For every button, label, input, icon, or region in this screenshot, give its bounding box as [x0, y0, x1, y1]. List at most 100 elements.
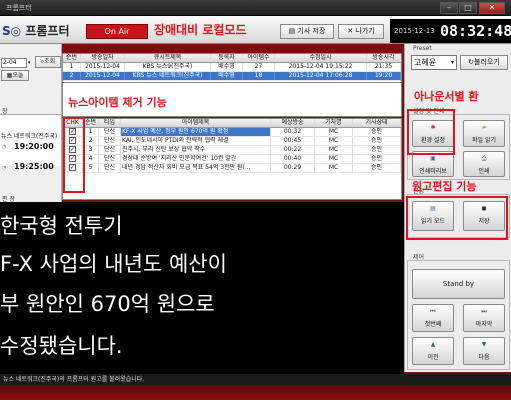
on-air-button[interactable]: On Air [86, 24, 148, 39]
table-cell: KBS 뉴스 네트워크(진주국) [125, 72, 211, 80]
table-cell: KF-X 사업 예산, 정부 원안 670억 원 확정 [121, 128, 271, 136]
query-label: 조회 [44, 58, 56, 65]
table-cell: 진주시, 부리 신탄 보상 협약 착수 [121, 146, 271, 154]
col-header[interactable]: 순번 [83, 119, 99, 127]
table-cell: MC [315, 155, 353, 163]
col-header[interactable]: 기사상태 [353, 119, 401, 127]
table-cell: 1 [63, 63, 81, 71]
last-page-icon: ⏭ [481, 308, 487, 315]
table-cell: 배수영 [211, 63, 243, 71]
maximize-button[interactable]: □ [459, 2, 477, 14]
close-button[interactable]: ✕ [479, 2, 505, 14]
table-row[interactable]: 2 2015-12-04 KBS 뉴스 네트워크(진주국) 배수영 18 201… [63, 72, 401, 81]
date-picker[interactable]: 2-04 [1, 58, 27, 68]
table-cell: 27 [243, 63, 275, 71]
program-name[interactable]: 뉴스 네트워크(진주국) [1, 131, 57, 140]
rundown-table: 순번 방송일자 큐시트제목 등록자 아이템수 수정일시 방송시각 1 2015-… [62, 53, 402, 83]
load-preset-button[interactable]: ↻불러오기 [460, 55, 508, 70]
announcer-select[interactable]: 고혜윤 ▾ [411, 55, 457, 70]
today-button[interactable]: ▦오늘 [1, 70, 29, 81]
next-button[interactable]: ▼ 다음 [463, 337, 505, 365]
prev-label: 이전 [427, 354, 439, 361]
col-header[interactable]: 아이템제목 [121, 119, 271, 127]
chevron-down-icon: ▾ [450, 59, 454, 66]
table-cell: 단신 [99, 137, 121, 145]
program-time-2[interactable]: 19:25:00 [14, 162, 54, 171]
table-cell: 1 [83, 128, 99, 136]
last-page-button[interactable]: ⏭ 마지막 [463, 304, 505, 332]
clock-icon: ◔ [2, 144, 7, 150]
remove-item-annotation: 뉴스아이템 제거 기능 [68, 96, 167, 109]
title-bar: 프롬프터 – □ ✕ [0, 0, 511, 16]
chevron-down-icon[interactable]: ▾ [28, 58, 33, 68]
items-header: CHK 순번 타입 아이템제목 예상방송 기자명 기사상태 [63, 119, 401, 128]
table-cell: 2 [83, 137, 99, 145]
logo-text: 프롬프터 [25, 24, 70, 38]
control-group: Stand by ⏮ 첫번째 ⏭ 마지막 ▲ 이전 ▼ 다음 [407, 260, 510, 370]
table-cell: 승인 [353, 128, 401, 136]
minimize-button[interactable]: – [440, 2, 458, 14]
table-cell: 2015-12-04 [81, 63, 125, 71]
first-page-label: 첫번째 [424, 321, 442, 328]
clock-icon: ◔ [2, 165, 7, 171]
logo-prefix: S [2, 24, 11, 38]
window-title: 프롬프터 [6, 4, 32, 12]
first-page-icon: ⏮ [430, 308, 436, 315]
clock-display: 2015-12-13 08:32:48 [390, 19, 511, 43]
clock-time: 08:32:48 [440, 22, 511, 40]
table-cell: 00:32 [271, 128, 315, 136]
program-time-1[interactable]: 19:20:00 [14, 142, 54, 151]
table-cell: 배수영 [211, 72, 243, 80]
col-header[interactable]: 기자명 [315, 119, 353, 127]
status-area: 뉴스 네트워크(진주국)의 프롬프터 원고를 불러왔습니다. [0, 374, 511, 400]
table-row[interactable]: 1 2015-12-04 KBS 뉴스9(진주국) 배수영 27 2015-12… [63, 63, 401, 72]
preview-icon: ▣ [430, 155, 436, 162]
table-row[interactable]: ✓ 2 단신 KAI, 인도네시아 PTDI와 전략적 협력 체결 00:45 … [63, 137, 401, 146]
col-header[interactable]: 큐시트제목 [125, 54, 211, 62]
prompter-line: 한국형 전투기 [0, 214, 123, 238]
exit-button[interactable]: ✕ 나가기 [338, 24, 384, 39]
col-header[interactable]: 방송일자 [81, 54, 125, 62]
save-article-label: 기사 저장 [297, 27, 326, 35]
table-row[interactable]: ✓ 3 단신 진주시, 부리 신탄 보상 협약 착수 00:22 MC 승인 [63, 146, 401, 155]
table-cell: KAI, 인도네시아 PTDI와 전략적 협력 체결 [121, 137, 271, 145]
rundown-header: 순번 방송일자 큐시트제목 등록자 아이템수 수정일시 방송시각 [63, 54, 401, 63]
query-button[interactable]: ⌕조회 [35, 56, 61, 68]
today-label: 오늘 [12, 72, 24, 79]
table-cell: 18 [243, 72, 275, 80]
table-cell: 승인 [353, 164, 401, 172]
stand-by-button[interactable]: Stand by [412, 269, 505, 299]
print-button[interactable]: ⎙ 인쇄 [463, 151, 505, 177]
table-cell: 단신 [99, 128, 121, 136]
arrow-up-icon: ▲ [430, 341, 436, 348]
app-logo: S◎ 프롬프터 [2, 22, 70, 39]
table-row[interactable]: ✓ 4 단신 경상대 순방여 '지리산 인문학여건' 10권 발간 00:40 … [63, 155, 401, 164]
checkbox-highlight-box [63, 117, 85, 193]
file-read-button[interactable]: ▰ 파일 읽기 [463, 120, 505, 147]
table-cell: MC [315, 137, 353, 145]
prompter-line: F-X 사업의 내년도 예산이 [0, 252, 227, 276]
save-article-button[interactable]: ▤ 기사 저장 [280, 24, 334, 39]
table-row[interactable]: ✓ 5 단신 내년 경남 적산자 회비 모금 목표 54억 3천만 원(... … [63, 164, 401, 173]
table-cell: 경상대 순방여 '지리산 인문학여건' 10권 발간 [121, 155, 271, 163]
col-header[interactable]: 예상방송 [271, 119, 315, 127]
table-cell: 00:40 [271, 155, 315, 163]
table-cell: 내년 경남 적산자 회비 모금 목표 54억 3천만 원(... [121, 164, 271, 172]
prev-button[interactable]: ▲ 이전 [412, 337, 454, 365]
col-header[interactable]: 순번 [63, 54, 81, 62]
table-cell: 00:22 [271, 146, 315, 154]
col-header[interactable]: 수정일시 [275, 54, 367, 62]
col-header[interactable]: 아이템수 [243, 54, 275, 62]
status-message: 뉴스 네트워크(진주국)의 프롬프터 원고를 불러왔습니다. [0, 374, 511, 385]
table-row[interactable]: ✓ 1 단신 KF-X 사업 예산, 정부 원안 670억 원 확정 00:32… [63, 128, 401, 137]
items-table: CHK 순번 타입 아이템제목 예상방송 기자명 기사상태 ✓ 1 단신 KF-… [62, 118, 402, 200]
col-header[interactable]: 방송시각 [367, 54, 401, 62]
first-page-button[interactable]: ⏮ 첫번째 [412, 304, 454, 332]
logo-mark: ◎ [10, 24, 22, 38]
prompter-line: 부 원안인 670억 원으로 [0, 292, 215, 316]
col-header[interactable]: 등록자 [211, 54, 243, 62]
load-label: 불러오기 [474, 58, 500, 66]
col-header[interactable]: 타입 [99, 119, 121, 127]
announcer-switch-annotation: 아나운서별 환 [414, 90, 479, 103]
exit-label: 나가기 [355, 27, 375, 35]
